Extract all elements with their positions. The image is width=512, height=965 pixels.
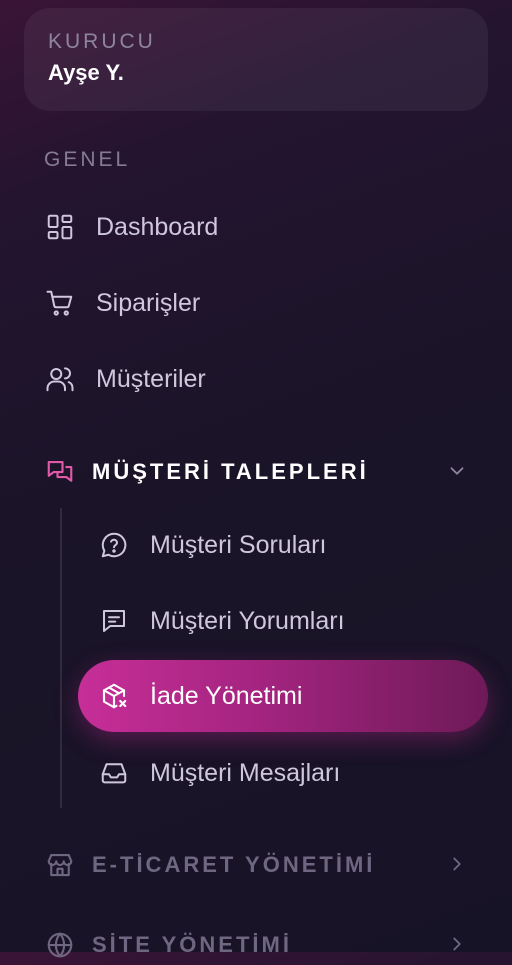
globe-icon (44, 929, 76, 961)
shopping-cart-icon (44, 287, 76, 319)
chevron-right-icon (446, 933, 468, 960)
inbox-icon (98, 757, 130, 789)
group-header-customer-requests[interactable]: MÜŞTERİ TALEPLERİ (44, 452, 468, 492)
sub-item-returns-active[interactable]: İade Yönetimi (78, 660, 488, 732)
nav-label-orders: Siparişler (96, 288, 201, 317)
nav-label-customers: Müşteriler (96, 364, 206, 393)
sub-item-customer-reviews[interactable]: Müşteri Yorumları (98, 601, 345, 641)
package-x-icon (98, 680, 130, 712)
group-title-ecommerce: E-TİCARET YÖNETİMİ (92, 852, 376, 877)
chevron-down-icon (446, 460, 468, 487)
messages-icon (44, 456, 76, 488)
section-label-general: GENEL (44, 148, 131, 171)
profile-role: KURUCU (48, 30, 156, 53)
group-header-site[interactable]: SİTE YÖNETİMİ (44, 925, 468, 965)
sub-label-returns: İade Yönetimi (150, 681, 303, 710)
chevron-right-icon (446, 853, 468, 880)
users-icon (44, 363, 76, 395)
sub-label-customer-reviews: Müşteri Yorumları (150, 606, 345, 635)
nav-item-customers[interactable]: Müşteriler (44, 359, 206, 399)
nav-item-orders[interactable]: Siparişler (44, 283, 200, 323)
profile-name: Ayşe Y. (48, 60, 124, 85)
store-icon (44, 849, 76, 881)
sub-item-customer-questions[interactable]: Müşteri Soruları (98, 525, 326, 565)
nav-item-dashboard[interactable]: Dashboard (44, 207, 218, 247)
nav-label-dashboard: Dashboard (96, 212, 219, 241)
question-bubble-icon (98, 529, 130, 561)
group-header-ecommerce[interactable]: E-TİCARET YÖNETİMİ (44, 845, 468, 885)
profile-card[interactable]: KURUCU Ayşe Y. (24, 8, 488, 111)
sub-label-customer-questions: Müşteri Soruları (150, 530, 327, 559)
tree-line (60, 508, 62, 808)
sub-item-customer-messages[interactable]: Müşteri Mesajları (98, 753, 340, 793)
group-title-customer-requests: MÜŞTERİ TALEPLERİ (92, 459, 369, 484)
dashboard-icon (44, 211, 76, 243)
group-title-site: SİTE YÖNETİMİ (92, 932, 292, 957)
comment-icon (98, 605, 130, 637)
sub-label-customer-messages: Müşteri Mesajları (150, 758, 341, 787)
